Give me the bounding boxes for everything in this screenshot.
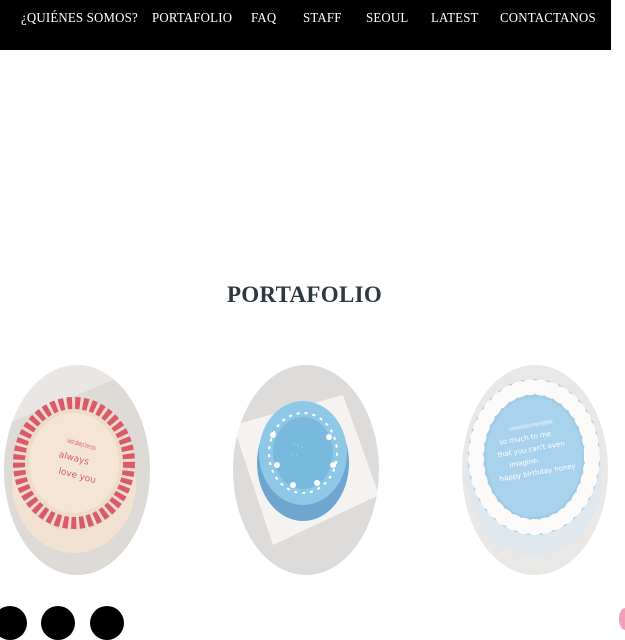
carousel-dot-3[interactable]	[90, 606, 124, 640]
portfolio-section-title: PORTAFOLIO	[226, 282, 383, 308]
portfolio-item-3[interactable]: you mean so much to me that you can't ev…	[462, 365, 608, 575]
portfolio-item-1[interactable]: I wish always love you always love you	[4, 365, 150, 575]
nav-link-staff[interactable]: STAFF	[303, 11, 342, 27]
nav-link-contactanos[interactable]: CONTACTANOS	[500, 11, 596, 27]
carousel-dot-1[interactable]	[0, 606, 27, 640]
carousel-dot-2[interactable]	[41, 606, 75, 640]
cake-photo-1: I wish always love you always love you	[4, 365, 150, 575]
nav-link-faq[interactable]: FAQ	[251, 11, 276, 27]
portfolio-item-2[interactable]: · · · · ·	[233, 365, 379, 575]
nav-link-quienes-somos[interactable]: ¿QUIÉNES SOMOS?	[21, 11, 138, 27]
nav-link-seoul[interactable]: SEOUL	[366, 11, 408, 27]
nav-link-latest[interactable]: LATEST	[431, 11, 479, 27]
cake-photo-3: you mean so much to me that you can't ev…	[462, 365, 608, 575]
cake-photo-2: · · ·· ·	[233, 365, 379, 575]
right-edge-gutter	[611, 0, 625, 624]
top-navigation-bar: ¿QUIÉNES SOMOS? PORTAFOLIO FAQ STAFF SEO…	[0, 0, 625, 50]
nav-link-portafolio[interactable]: PORTAFOLIO	[152, 11, 232, 27]
floating-contact-icon[interactable]	[619, 608, 625, 630]
